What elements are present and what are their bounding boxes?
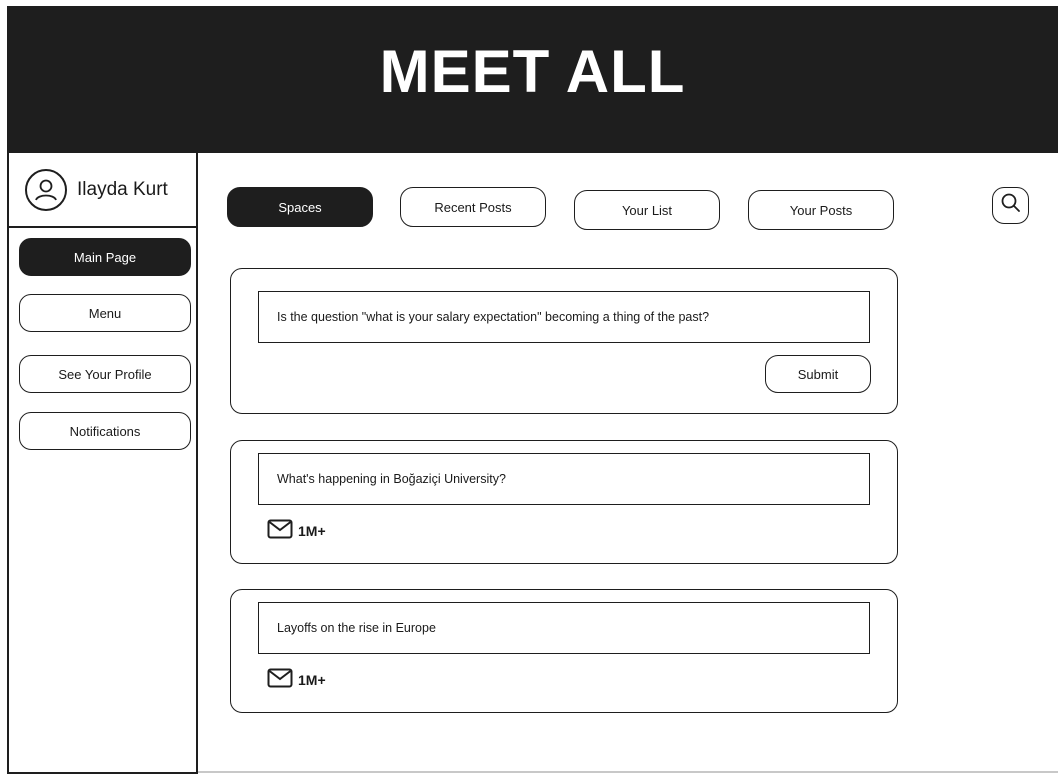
post-title: What's happening in Boğaziçi University? xyxy=(277,472,506,486)
sidebar-item-label: Main Page xyxy=(73,249,137,265)
sidebar-item-notifications[interactable]: Notifications xyxy=(19,412,191,450)
tab-recent-posts[interactable]: Recent Posts xyxy=(400,187,546,227)
mail-icon xyxy=(267,519,293,542)
submit-label: Submit xyxy=(797,366,839,382)
message-count: 1M+ xyxy=(298,671,326,688)
search-button[interactable] xyxy=(992,187,1029,224)
sidebar-item-menu[interactable]: Menu xyxy=(19,294,191,332)
tab-spaces[interactable]: Spaces xyxy=(227,187,373,227)
user-circle-icon xyxy=(25,168,67,211)
user-profile[interactable]: Ilayda Kurt xyxy=(9,153,196,228)
post-card[interactable]: What's happening in Boğaziçi University?… xyxy=(230,440,898,564)
sidebar-item-label: Notifications xyxy=(69,423,141,439)
sidebar-item-main-page[interactable]: Main Page xyxy=(19,238,191,276)
tab-label: Your List xyxy=(621,202,673,218)
message-count: 1M+ xyxy=(298,522,326,539)
bottom-divider xyxy=(198,771,1058,773)
tab-label: Spaces xyxy=(278,199,322,215)
tab-your-list[interactable]: Your List xyxy=(574,190,720,230)
user-name: Ilayda Kurt xyxy=(77,178,168,200)
question-text: Is the question "what is your salary exp… xyxy=(277,310,710,324)
search-icon xyxy=(999,191,1023,220)
post-message-count[interactable]: 1M+ xyxy=(267,519,326,542)
question-input[interactable]: Is the question "what is your salary exp… xyxy=(258,291,870,343)
app-frame: MEET ALL Ilayda Kurt Main Page Menu See … xyxy=(7,6,1058,774)
sidebar-item-label: Menu xyxy=(88,305,122,321)
app-title: MEET ALL xyxy=(379,38,686,105)
post-title: Layoffs on the rise in Europe xyxy=(277,621,436,635)
sidebar: Ilayda Kurt Main Page Menu See Your Prof… xyxy=(7,153,198,774)
tab-your-posts[interactable]: Your Posts xyxy=(748,190,894,230)
post-title-box[interactable]: What's happening in Boğaziçi University? xyxy=(258,453,870,505)
sidebar-item-see-your-profile[interactable]: See Your Profile xyxy=(19,355,191,393)
sidebar-item-label: See Your Profile xyxy=(58,366,152,382)
post-card[interactable]: Layoffs on the rise in Europe 1M+ xyxy=(230,589,898,713)
post-title-box[interactable]: Layoffs on the rise in Europe xyxy=(258,602,870,654)
question-composer-card: Is the question "what is your salary exp… xyxy=(230,268,898,414)
post-message-count[interactable]: 1M+ xyxy=(267,668,326,691)
submit-button[interactable]: Submit xyxy=(765,355,871,393)
tab-label: Your Posts xyxy=(789,202,853,218)
tab-label: Recent Posts xyxy=(434,199,512,215)
app-header: MEET ALL xyxy=(7,6,1058,153)
mail-icon xyxy=(267,668,293,691)
